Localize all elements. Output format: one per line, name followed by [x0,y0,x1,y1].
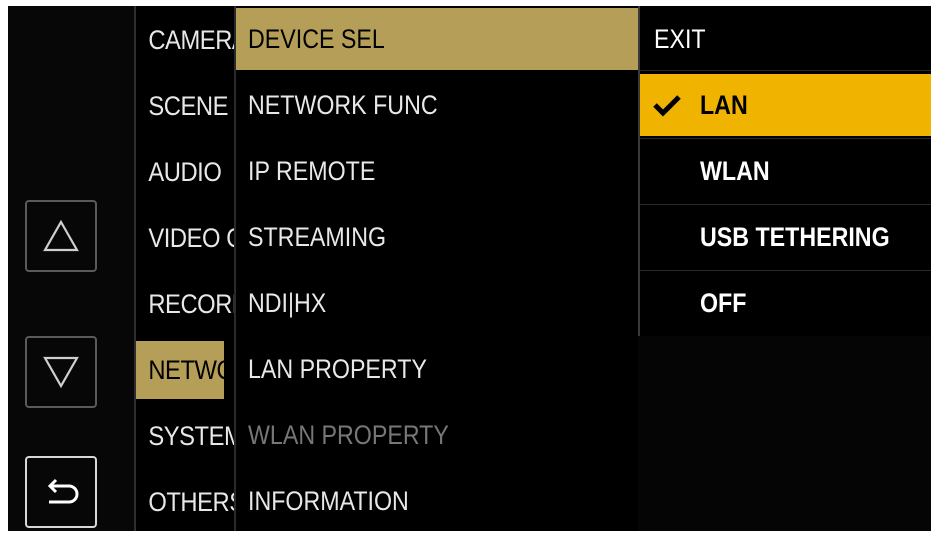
option-off[interactable]: OFF [640,272,931,334]
exit-label: EXIT [654,24,706,54]
main-menu: CAMERA SCENE FILE AUDIO VIDEO OUT RECORD… [136,6,236,531]
sub-menu-item-information[interactable]: INFORMATION [236,470,640,531]
sub-menu-label: WLAN PROPERTY [248,420,449,450]
sub-menu-item-ndi-hx[interactable]: NDI|HX [236,272,640,334]
nav-column [8,6,134,531]
main-menu-item-scene-file[interactable]: SCENE FILE [136,77,236,135]
option-lan[interactable]: LAN [640,74,931,136]
return-button[interactable] [25,456,97,528]
up-triangle-icon [43,219,79,252]
sub-menu-label: LAN PROPERTY [248,354,427,384]
option-usb-tethering[interactable]: USB TETHERING [640,206,931,268]
main-menu-item-others[interactable]: OTHERS [136,473,236,531]
sub-menu-item-device-sel[interactable]: DEVICE SEL [236,8,640,70]
option-label: WLAN [700,156,770,186]
main-menu-item-camera[interactable]: CAMERA [136,11,236,69]
sub-menu-label: IP REMOTE [248,156,376,186]
main-menu-item-system[interactable]: SYSTEM [136,407,236,465]
divider [640,270,931,271]
sub-menu-label: NDI|HX [248,288,327,318]
sub-menu: DEVICE SEL NETWORK FUNC IP REMOTE STREAM… [234,6,640,531]
main-menu-item-recording[interactable]: RECORDING [136,275,236,333]
option-wlan[interactable]: WLAN [640,140,931,202]
option-list: EXIT LAN WLAN USB TETHERING OFF [638,6,931,336]
sub-menu-item-lan-property[interactable]: LAN PROPERTY [236,338,640,400]
scroll-down-button[interactable] [25,336,97,408]
sub-menu-item-streaming[interactable]: STREAMING [236,206,640,268]
option-list-background [638,336,931,531]
scroll-up-button[interactable] [25,200,97,272]
sub-menu-item-network-func[interactable]: NETWORK FUNC [236,74,640,136]
return-arrow-icon [47,478,79,504]
option-label: LAN [700,90,748,120]
sub-menu-label: STREAMING [248,222,387,252]
sub-menu-label: NETWORK FUNC [248,90,438,120]
option-label: OFF [700,288,747,318]
sub-menu-item-wlan-property: WLAN PROPERTY [236,404,640,466]
main-menu-item-network[interactable]: NETWORK [136,341,236,399]
sub-menu-item-ip-remote[interactable]: IP REMOTE [236,140,640,202]
down-triangle-icon [43,356,79,389]
exit-button[interactable]: EXIT [640,8,931,70]
divider [640,204,931,205]
sub-menu-label: DEVICE SEL [248,24,385,54]
main-menu-item-video-out[interactable]: VIDEO OUT [136,209,236,267]
divider [640,70,931,71]
main-menu-item-audio[interactable]: AUDIO [136,143,224,201]
option-label: USB TETHERING [700,222,890,252]
checkmark-icon [652,74,686,136]
divider [640,138,931,139]
menu-screen: CAMERA SCENE FILE AUDIO VIDEO OUT RECORD… [8,6,931,531]
sub-menu-label: INFORMATION [248,486,409,516]
